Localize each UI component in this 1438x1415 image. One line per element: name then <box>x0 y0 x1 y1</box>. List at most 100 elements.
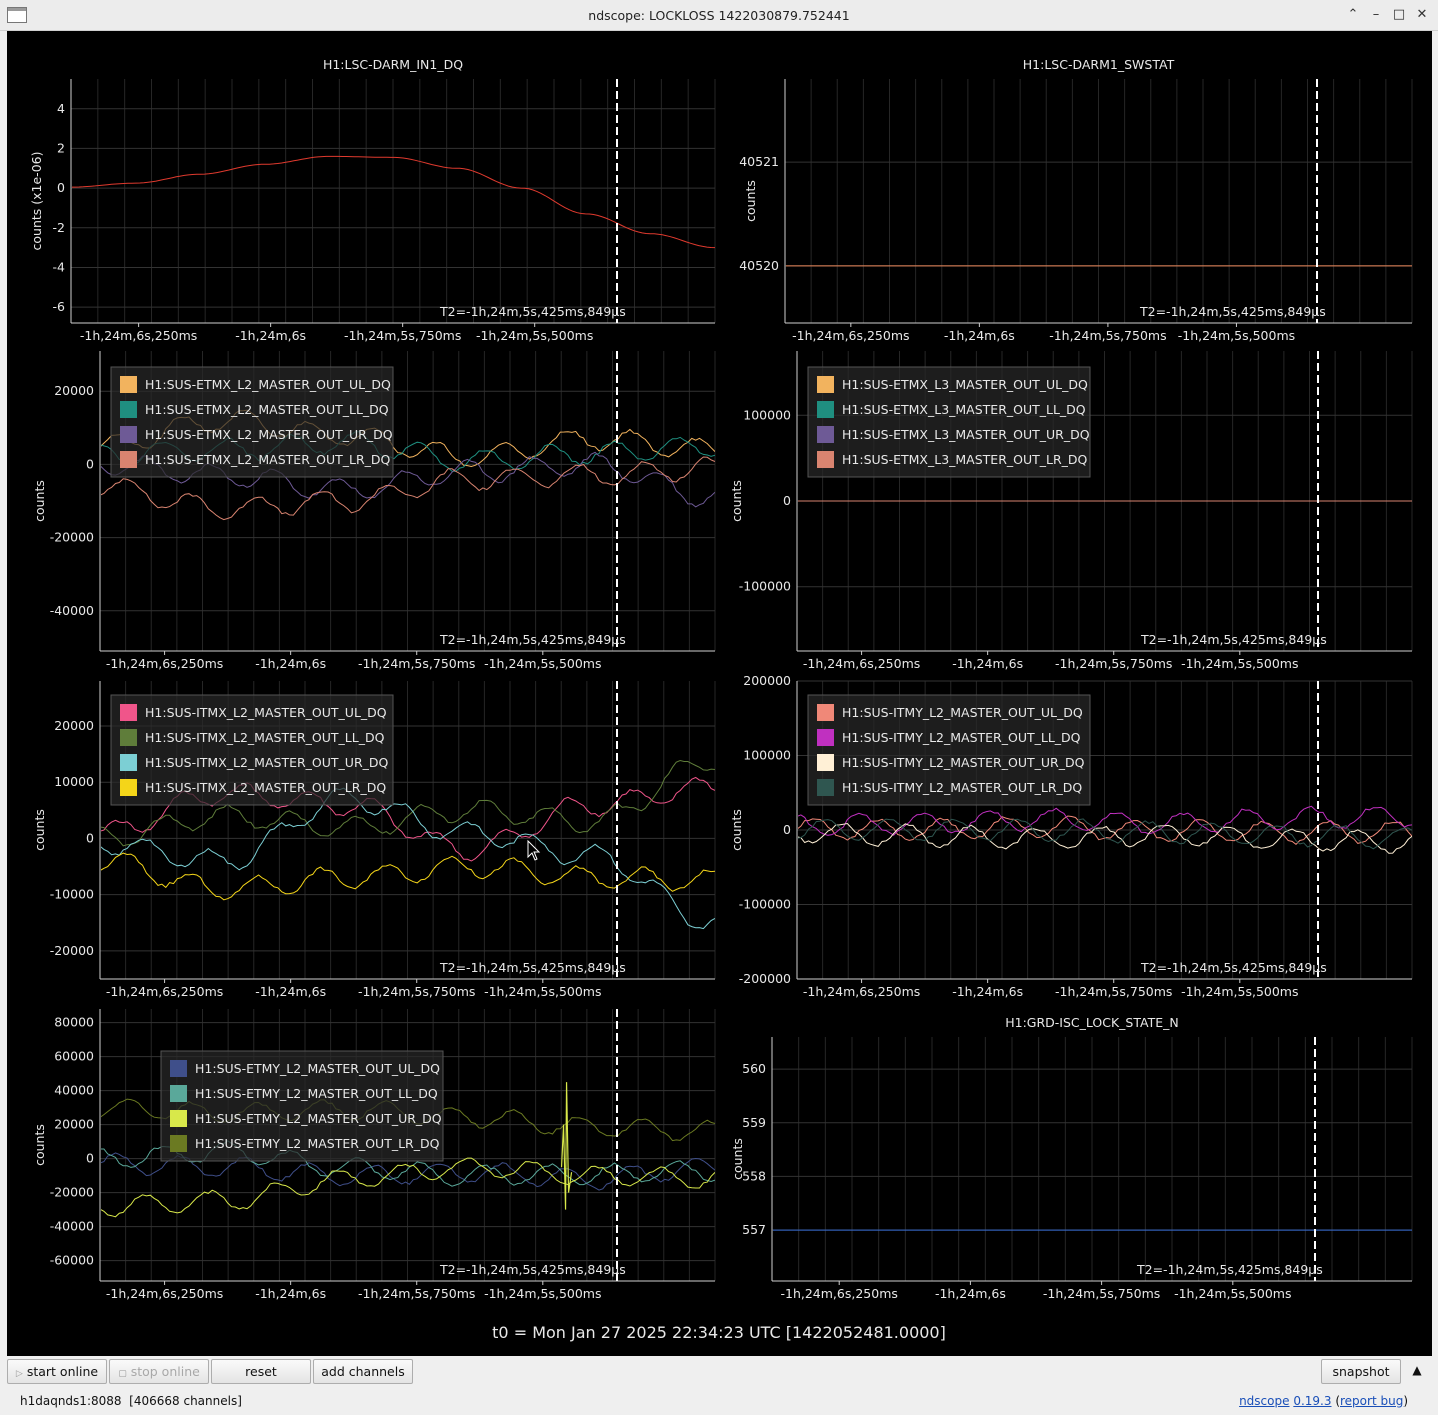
legend-swatch <box>120 779 137 796</box>
x-tick-label: -1h,24m,5s,500ms <box>1181 984 1298 999</box>
glitch-spike <box>560 1082 573 1210</box>
expand-panel-icon[interactable]: ▲ <box>1404 1359 1430 1384</box>
server-address: h1daqnds1:8088 <box>20 1394 122 1408</box>
y-tick-label: -6 <box>53 299 66 314</box>
y-tick-label: -4 <box>53 259 66 274</box>
legend: H1:SUS-ITMX_L2_MASTER_OUT_UL_DQ H1:SUS-IT… <box>110 694 394 806</box>
scope-area: 4 2 0 -2 -4 -6 H1:LSC-DARM_IN1_DQ counts (x1e-0… <box>7 31 1432 1356</box>
legend-label: H1:SUS-ITMY_L2_MASTER_OUT_LL_DQ <box>842 730 1081 745</box>
start-online-label: start online <box>26 1364 99 1379</box>
x-tick-label: -1h,24m,5s,750ms <box>1055 656 1172 671</box>
start-online-button[interactable]: ▷ start online <box>7 1359 107 1384</box>
y-tick-label: -100000 <box>739 897 791 912</box>
statusbar: h1daqnds1:8088 [406668 channels] ndscope… <box>0 1387 1438 1415</box>
add-channels-button[interactable]: add channels <box>313 1359 413 1384</box>
y-axis-label: counts <box>32 480 47 522</box>
server-status: h1daqnds1:8088 [406668 channels] <box>20 1394 242 1408</box>
x-tick-label: -1h,24m,6s <box>235 328 306 343</box>
legend-swatch <box>120 426 137 443</box>
plot-grid: 4 2 0 -2 -4 -6 H1:LSC-DARM_IN1_DQcounts (x1e-0… <box>29 57 1413 1342</box>
x-tick-label: -1h,24m,5s,500ms <box>1174 1286 1291 1301</box>
legend-swatch <box>120 704 137 721</box>
stop-icon: ▢ <box>118 1369 127 1379</box>
y-tick-label: 2 <box>57 140 65 155</box>
x-tick-label: -1h,24m,5s,750ms <box>344 328 461 343</box>
legend: H1:SUS-ETMX_L2_MASTER_OUT_UL_DQ H1:SUS-ET… <box>110 366 394 478</box>
legend-label: H1:SUS-ETMX_L3_MASTER_OUT_LR_DQ <box>842 452 1088 467</box>
x-tick-label: -1h,24m,6s <box>255 984 326 999</box>
reset-button[interactable]: reset <box>211 1359 311 1384</box>
x-tick-label: -1h,24m,6s,250ms <box>792 328 909 343</box>
snapshot-button[interactable]: snapshot <box>1321 1359 1401 1384</box>
channel-count: [406668 channels] <box>129 1394 242 1408</box>
ndscope-link[interactable]: ndscope <box>1239 1394 1289 1408</box>
toolbar: ▷ start online ▢ stop online reset add cha… <box>0 1357 1438 1387</box>
y-axis-label: counts <box>729 480 744 522</box>
about-info: ndscope 0.19.3 (report bug) <box>1239 1394 1408 1408</box>
legend-label: H1:SUS-ITMY_L2_MASTER_OUT_UR_DQ <box>842 755 1085 770</box>
y-axis-label: counts <box>730 1138 745 1180</box>
legend-swatch <box>817 376 834 393</box>
cursor-t2-label: T2=-1h,24m,5s,425ms,849µs <box>439 960 626 975</box>
window-keep-above-button[interactable]: ⌃ <box>1344 6 1362 24</box>
legend-swatch <box>170 1110 187 1127</box>
x-tick-label: -1h,24m,5s,500ms <box>484 984 601 999</box>
window-close-button[interactable]: ✕ <box>1413 6 1431 24</box>
y-tick-label: 0 <box>57 180 65 195</box>
window-title: ndscope: LOCKLOSS 1422030879.752441 <box>588 8 850 23</box>
cursor-t2-label: T2=-1h,24m,5s,425ms,849µs <box>1136 1262 1323 1277</box>
x-tick-label: -1h,24m,6s <box>952 984 1023 999</box>
x-tick-label: -1h,24m,6s,250ms <box>803 656 920 671</box>
y-axis-label: counts <box>32 1124 47 1166</box>
legend-swatch <box>817 754 834 771</box>
y-axis-label: counts <box>743 180 758 222</box>
plot-title: H1:LSC-DARM_IN1_DQ <box>323 57 463 72</box>
x-tick-label: -1h,24m,5s,750ms <box>1055 984 1172 999</box>
y-tick-label: -60000 <box>50 1253 94 1268</box>
plot-panel-darm_in1: 4 2 0 -2 -4 -6 H1:LSC-DARM_IN1_DQcounts (x1e-0… <box>29 57 716 343</box>
legend-label: H1:SUS-ETMX_L3_MASTER_OUT_UL_DQ <box>842 377 1088 392</box>
x-tick-label: -1h,24m,5s,750ms <box>1049 328 1166 343</box>
y-tick-label: 20000 <box>54 383 94 398</box>
legend-swatch <box>817 704 834 721</box>
legend: H1:SUS-ITMY_L2_MASTER_OUT_UL_DQ H1:SUS-IT… <box>807 694 1091 806</box>
y-tick-label: 0 <box>86 1151 94 1166</box>
window-maximize-button[interactable]: □ <box>1390 6 1408 24</box>
version-link[interactable]: 0.19.3 <box>1293 1394 1331 1408</box>
stop-online-button[interactable]: ▢ stop online <box>109 1359 209 1384</box>
legend: H1:SUS-ETMY_L2_MASTER_OUT_UL_DQ H1:SUS-ET… <box>160 1050 444 1162</box>
y-tick-label: 80000 <box>54 1015 94 1030</box>
y-tick-label: -40000 <box>50 603 94 618</box>
cursor-t2-label: T2=-1h,24m,5s,425ms,849µs <box>439 632 626 647</box>
window-minimize-button[interactable]: – <box>1367 6 1385 24</box>
plot-panel-etmx_l2: 20000 0 -20000 -40000 counts -1h,24m,6s,250ms… <box>32 351 716 671</box>
y-tick-label: 60000 <box>54 1049 94 1064</box>
legend-label: H1:SUS-ETMY_L2_MASTER_OUT_UR_DQ <box>195 1111 442 1126</box>
legend-label: H1:SUS-ETMX_L2_MASTER_OUT_UR_DQ <box>145 427 393 442</box>
x-tick-label: -1h,24m,6s,250ms <box>106 984 223 999</box>
y-tick-label: 0 <box>783 493 791 508</box>
y-tick-label: 559 <box>742 1115 766 1130</box>
x-tick-label: -1h,24m,6s <box>935 1286 1006 1301</box>
legend-swatch <box>120 401 137 418</box>
cursor-t2-label: T2=-1h,24m,5s,425ms,849µs <box>1140 960 1327 975</box>
legend-label: H1:SUS-ITMX_L2_MASTER_OUT_LL_DQ <box>145 730 385 745</box>
plot-title: H1:LSC-DARM1_SWSTAT <box>1023 57 1175 72</box>
cursor-t2-label: T2=-1h,24m,5s,425ms,849µs <box>1140 632 1327 647</box>
y-tick-label: 200000 <box>743 673 791 688</box>
plot-title: H1:GRD-ISC_LOCK_STATE_N <box>1005 1015 1179 1030</box>
x-tick-label: -1h,24m,5s,750ms <box>358 1286 475 1301</box>
plot-panel-darm1_swstat: 40521 40520 H1:LSC-DARM1_SWSTATcounts -1h,2… <box>739 57 1413 343</box>
report-bug-link[interactable]: report bug <box>1340 1394 1403 1408</box>
legend-swatch <box>120 754 137 771</box>
y-tick-label: 40000 <box>54 1083 94 1098</box>
legend: H1:SUS-ETMX_L3_MASTER_OUT_UL_DQ H1:SUS-ET… <box>807 366 1091 478</box>
y-tick-label: -100000 <box>739 579 791 594</box>
y-tick-label: 100000 <box>743 748 791 763</box>
legend-label: H1:SUS-ETMX_L3_MASTER_OUT_UR_DQ <box>842 427 1090 442</box>
y-tick-label: 558 <box>742 1168 766 1183</box>
legend-label: H1:SUS-ITMX_L2_MASTER_OUT_UR_DQ <box>145 755 389 770</box>
legend-swatch <box>817 779 834 796</box>
legend-label: H1:SUS-ETMX_L2_MASTER_OUT_UL_DQ <box>145 377 391 392</box>
x-tick-label: -1h,24m,5s,750ms <box>358 656 475 671</box>
